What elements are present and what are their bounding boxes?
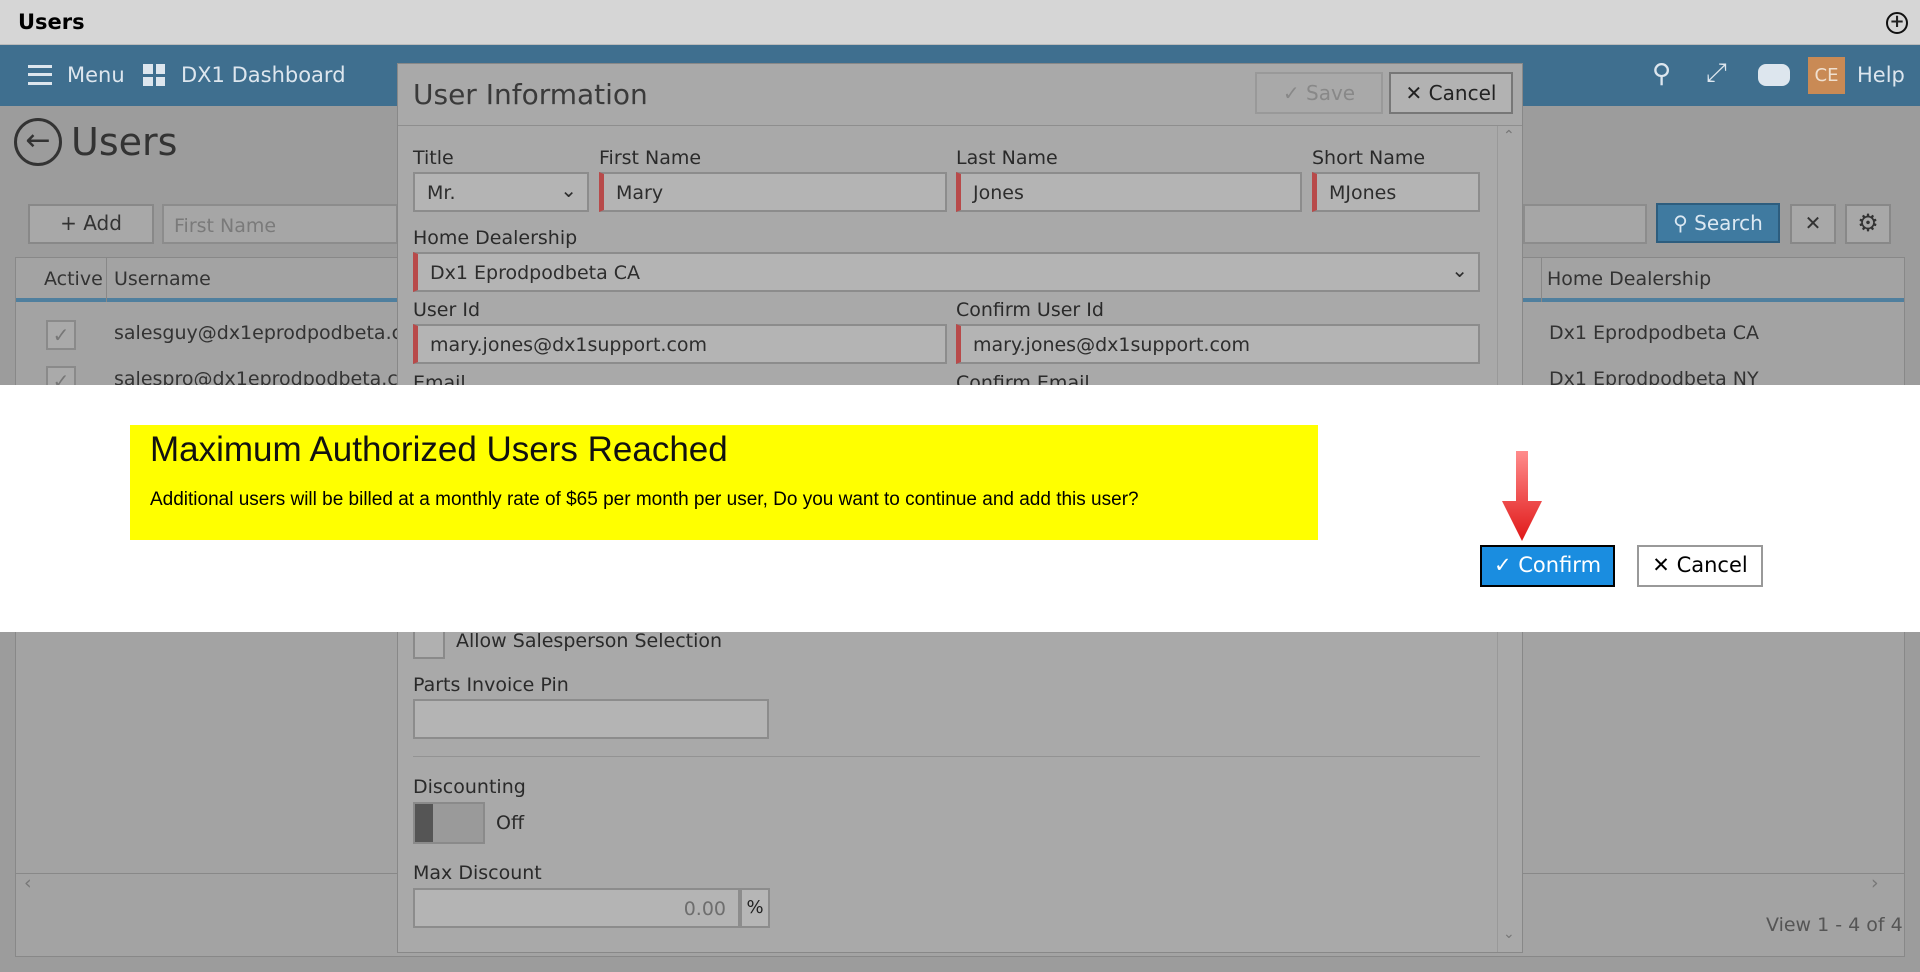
allow-salesperson-label: Allow Salesperson Selection	[456, 630, 723, 652]
scroll-right-icon[interactable]: ›	[1871, 872, 1879, 894]
plus-icon: +	[60, 211, 77, 235]
search-label: Search	[1694, 211, 1763, 235]
close-icon: ✕	[1652, 553, 1670, 577]
chevron-down-icon: ⌄	[560, 178, 577, 202]
dialog-message: Additional users will be billed at a mon…	[150, 489, 1139, 510]
dashboard-link[interactable]: DX1 Dashboard	[181, 63, 346, 87]
discounting-label: Discounting	[413, 776, 526, 798]
title-value: Mr.	[427, 182, 456, 204]
col-home-dealership[interactable]: Home Dealership	[1547, 268, 1711, 290]
cancel-button[interactable]: ✕ Cancel	[1389, 72, 1513, 114]
menu-button[interactable]: Menu	[67, 63, 125, 87]
warning-banner: Maximum Authorized Users Reached Additio…	[130, 425, 1318, 540]
discounting-state: Off	[496, 812, 525, 834]
window-titlebar: Users +	[0, 0, 1920, 45]
cancel-label: Cancel	[1428, 81, 1497, 105]
divider	[413, 756, 1480, 757]
pager-text: View 1 - 4 of 4	[1766, 914, 1903, 936]
scroll-left-icon[interactable]: ‹	[24, 872, 32, 894]
dialog-cancel-button[interactable]: ✕ Cancel	[1637, 545, 1763, 587]
chevron-down-icon: ⌄	[1451, 258, 1468, 282]
check-icon: ✓	[1493, 553, 1512, 577]
max-discount-label: Max Discount	[413, 862, 542, 884]
check-icon: ✓	[1282, 81, 1300, 105]
max-users-dialog: Maximum Authorized Users Reached Additio…	[0, 385, 1920, 632]
confirm-button[interactable]: ✓ Confirm	[1480, 545, 1615, 587]
search-icon[interactable]: ⚲	[1652, 59, 1671, 89]
add-window-icon[interactable]: +	[1886, 12, 1908, 34]
user-id-value: mary.jones@dx1support.com	[430, 334, 708, 356]
window-title: Users	[18, 10, 85, 34]
avatar[interactable]: CE	[1808, 57, 1845, 94]
dealership-cell: Dx1 Eprodpodbeta CA	[1549, 322, 1760, 344]
settings-gear-icon[interactable]: ⚙	[1845, 204, 1891, 244]
discounting-toggle[interactable]	[413, 802, 485, 844]
confirm-label: Confirm	[1518, 553, 1602, 577]
home-dealership-label: Home Dealership	[413, 227, 578, 249]
add-user-button[interactable]: + Add	[28, 204, 154, 244]
user-id-field[interactable]: mary.jones@dx1support.com	[413, 324, 947, 364]
confirm-user-id-value: mary.jones@dx1support.com	[973, 334, 1251, 356]
back-icon[interactable]: ←	[14, 118, 62, 166]
confirm-user-id-label: Confirm User Id	[956, 299, 1104, 321]
modal-header: User Information ✓ Save ✕ Cancel	[398, 64, 1522, 126]
parts-pin-field[interactable]	[413, 699, 769, 739]
home-dealership-value: Dx1 Eprodpodbeta CA	[430, 262, 641, 284]
first-name-field[interactable]: Mary	[599, 172, 947, 212]
red-arrow-icon	[1502, 451, 1542, 541]
filter-input-right[interactable]	[1523, 204, 1647, 244]
last-name-label: Last Name	[956, 147, 1058, 169]
first-name-filter[interactable]: First Name	[162, 204, 398, 244]
active-checkbox[interactable]: ✓	[46, 320, 76, 350]
home-dealership-select[interactable]: Dx1 Eprodpodbeta CA ⌄	[413, 252, 1480, 292]
first-name-label: First Name	[599, 147, 702, 169]
page-title: Users	[71, 120, 178, 164]
scroll-up-icon[interactable]: ⌃	[1503, 128, 1515, 144]
last-name-value: Jones	[973, 182, 1024, 204]
max-discount-value: 0.00	[683, 898, 726, 920]
scroll-down-icon[interactable]: ⌄	[1503, 926, 1515, 942]
first-name-value: Mary	[616, 182, 664, 204]
col-active[interactable]: Active	[44, 268, 103, 290]
magnifier-icon: ⚲	[1673, 211, 1688, 235]
confirm-user-id-field[interactable]: mary.jones@dx1support.com	[956, 324, 1480, 364]
short-name-field[interactable]: MJones	[1312, 172, 1480, 212]
first-name-placeholder: First Name	[174, 215, 277, 237]
modal-title: User Information	[413, 78, 648, 111]
last-name-field[interactable]: Jones	[956, 172, 1302, 212]
short-name-label: Short Name	[1312, 147, 1426, 169]
chat-icon[interactable]	[1758, 64, 1790, 86]
title-label: Title	[413, 147, 454, 169]
hamburger-icon[interactable]	[28, 65, 52, 85]
col-username[interactable]: Username	[114, 268, 211, 290]
save-label: Save	[1306, 81, 1356, 105]
percent-addon: %	[740, 888, 770, 928]
save-button[interactable]: ✓ Save	[1255, 72, 1383, 114]
add-label: Add	[83, 211, 122, 235]
help-link[interactable]: Help	[1857, 63, 1905, 87]
short-name-value: MJones	[1329, 182, 1397, 204]
search-button[interactable]: ⚲ Search	[1656, 203, 1780, 243]
user-id-label: User Id	[413, 299, 481, 321]
parts-pin-label: Parts Invoice Pin	[413, 674, 569, 696]
max-discount-field[interactable]: 0.00	[413, 888, 740, 928]
username-cell: salesguy@dx1eprodpodbeta.c	[114, 322, 403, 344]
expand-icon[interactable]: ⤢	[1706, 58, 1727, 89]
dialog-heading: Maximum Authorized Users Reached	[150, 430, 728, 469]
dialog-cancel-label: Cancel	[1676, 553, 1748, 577]
dashboard-grid-icon	[143, 64, 165, 86]
title-select[interactable]: Mr. ⌄	[413, 172, 589, 212]
close-icon: ✕	[1405, 81, 1423, 105]
clear-filter-button[interactable]: ✕	[1790, 204, 1836, 244]
